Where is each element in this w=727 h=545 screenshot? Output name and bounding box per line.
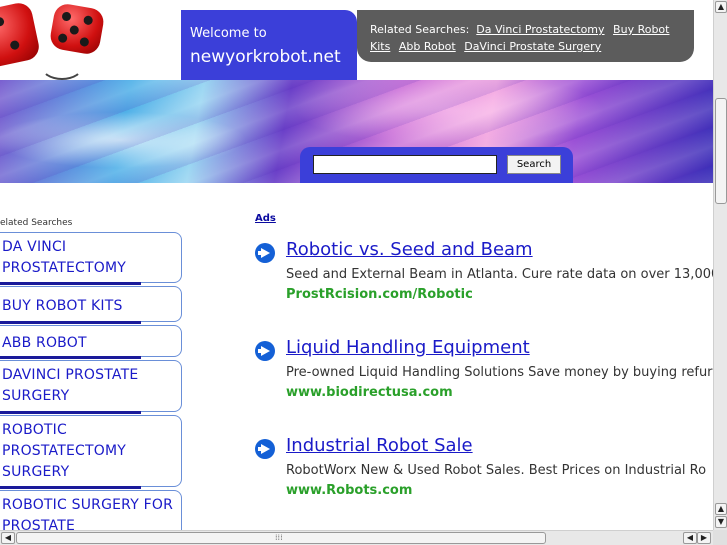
vertical-scrollbar[interactable]: ▲ ▲ ▼ — [713, 0, 727, 530]
related-link-da-vinci-prostatectomy[interactable]: Da Vinci Prostatectomy — [476, 23, 604, 36]
horizontal-scroll-thumb[interactable]: ⁞⁞⁞ — [16, 532, 546, 544]
ad-url[interactable]: www.Robots.com — [286, 483, 412, 498]
site-header: Welcome to newyorkrobot.net Related Sear… — [0, 0, 713, 183]
ad-description: Pre-owned Liquid Handling Solutions Save… — [286, 365, 713, 380]
circle-arrow-right-icon[interactable] — [255, 341, 275, 361]
dice-logo — [0, 0, 180, 80]
related-link-abb-robot[interactable]: Abb Robot — [399, 40, 456, 53]
ad-item: Liquid Handling Equipment Pre-owned Liqu… — [255, 337, 713, 407]
search-bar: Search — [300, 147, 573, 183]
circle-arrow-right-icon[interactable] — [255, 439, 275, 459]
ads-label[interactable]: Ads — [255, 213, 276, 224]
scroll-right-icon[interactable]: ▶ — [697, 532, 711, 544]
ad-description: Seed and External Beam in Atlanta. Cure … — [286, 267, 720, 282]
sidebar-item-robotic-prostatectomy-surgery[interactable]: ROBOTIC PROSTATECTOMY SURGERY — [0, 415, 182, 489]
sidebar-link[interactable]: ABB ROBOT — [2, 335, 87, 351]
ad-description: RobotWorx New & Used Robot Sales. Best P… — [286, 463, 707, 478]
ad-title[interactable]: Industrial Robot Sale — [286, 435, 473, 456]
sidebar-item-da-vinci-prostatectomy[interactable]: DA VINCI PROSTATECTOMY — [0, 232, 182, 285]
sidebar-item-davinci-prostate-surgery[interactable]: DAVINCI PROSTATE SURGERY — [0, 360, 182, 414]
scroll-down-icon[interactable]: ▼ — [715, 516, 727, 528]
ad-url[interactable]: www.biodirectusa.com — [286, 385, 453, 400]
ad-item: Industrial Robot Sale RobotWorx New & Us… — [255, 435, 713, 505]
welcome-box: Welcome to newyorkrobot.net — [181, 10, 357, 80]
circle-arrow-right-icon[interactable] — [255, 243, 275, 263]
ad-url[interactable]: ProstRcision.com/Robotic — [286, 287, 473, 302]
related-label: Related Searches: — [370, 23, 470, 36]
sidebar-list: DA VINCI PROSTATECTOMY BUY ROBOT KITS AB… — [0, 232, 182, 545]
search-button[interactable]: Search — [507, 155, 561, 174]
die-right — [48, 2, 106, 56]
ad-item: Robotic vs. Seed and Beam Seed and Exter… — [255, 239, 719, 309]
scrollbar-corner — [713, 530, 727, 545]
sidebar-link[interactable]: ROBOTIC PROSTATECTOMY SURGERY — [2, 422, 126, 480]
die-left — [0, 0, 42, 70]
scroll-up-icon[interactable]: ▲ — [715, 1, 727, 13]
dice-string — [40, 50, 84, 80]
scroll-left-icon[interactable]: ◀ — [1, 532, 15, 544]
search-input[interactable] — [313, 155, 497, 174]
grip-icon: ⁞⁞⁞ — [275, 533, 283, 542]
sidebar-item-abb-robot[interactable]: ABB ROBOT — [0, 325, 182, 359]
ad-title[interactable]: Liquid Handling Equipment — [286, 337, 530, 358]
sidebar-link[interactable]: ROBOTIC SURGERY FOR PROSTATE — [2, 497, 173, 534]
site-domain: newyorkrobot.net — [190, 47, 341, 67]
related-link-davinci-prostate-surgery[interactable]: DaVinci Prostate Surgery — [464, 40, 601, 53]
sidebar-item-buy-robot-kits[interactable]: BUY ROBOT KITS — [0, 286, 182, 324]
vertical-scroll-thumb[interactable] — [715, 98, 727, 204]
ad-title[interactable]: Robotic vs. Seed and Beam — [286, 239, 533, 260]
sidebar-link[interactable]: BUY ROBOT KITS — [2, 298, 123, 314]
scroll-up-icon[interactable]: ▲ — [715, 503, 727, 515]
related-searches-bar: Related Searches: Da Vinci Prostatectomy… — [357, 10, 694, 62]
welcome-text: Welcome to — [190, 26, 267, 41]
horizontal-scrollbar[interactable]: ◀ ⁞⁞⁞ ◀ ▶ — [0, 530, 713, 545]
sidebar-title: elated Searches — [0, 218, 73, 228]
sidebar-link[interactable]: DAVINCI PROSTATE SURGERY — [2, 367, 138, 404]
scroll-left-icon[interactable]: ◀ — [683, 532, 697, 544]
sidebar-link[interactable]: DA VINCI PROSTATECTOMY — [2, 239, 126, 276]
